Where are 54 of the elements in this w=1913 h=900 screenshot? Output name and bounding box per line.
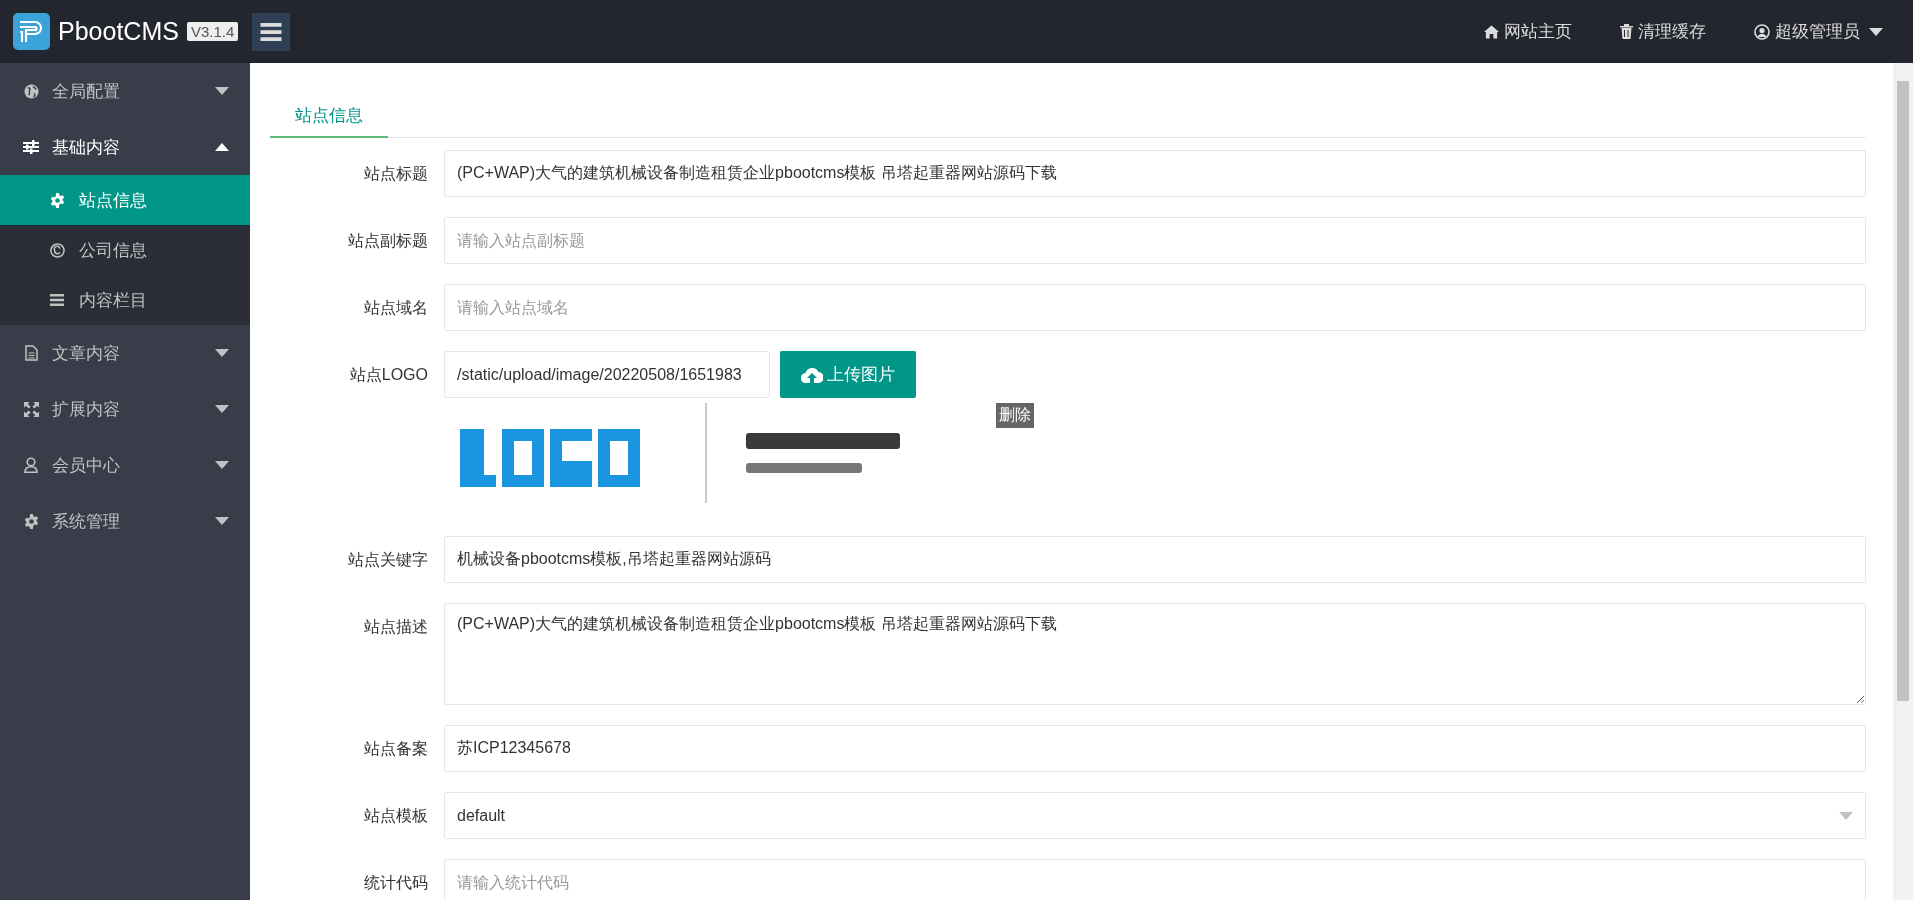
sidebar-item[interactable]: 全局配置 [0, 63, 250, 119]
select-field[interactable]: default [444, 792, 1866, 839]
sidebar-item[interactable]: 会员中心 [0, 437, 250, 493]
sidebar-item[interactable]: 文章内容 [0, 325, 250, 381]
field-label: 统计代码 [363, 873, 428, 893]
copyright-icon [49, 242, 65, 258]
field-label: 站点标题 [363, 164, 428, 184]
sidebar-item[interactable]: 基础内容 [0, 119, 250, 175]
field-label: 站点备案 [363, 739, 428, 759]
submenu-item[interactable]: 内容栏目 [0, 275, 250, 325]
gear-icon [49, 192, 65, 208]
submenu-item[interactable]: 站点信息 [0, 175, 250, 225]
version-badge: V3.1.4 [186, 22, 239, 41]
field-label: 站点描述 [363, 617, 428, 637]
field-label: 站点LOGO [348, 365, 428, 385]
gear-icon [23, 513, 39, 529]
textarea-field[interactable]: (PC+WAP)大气的建筑机械设备制造租赁企业pbootcms模板 吊塔起重器网站源码下载 [444, 603, 1866, 705]
caret-icon [1869, 27, 1883, 36]
upload-button[interactable]: 上传图片 [780, 351, 916, 398]
upload-icon [801, 366, 823, 383]
input-field[interactable]: (PC+WAP)大气的建筑机械设备制造租赁企业pbootcms模板 吊塔起重器网站源码下载 [444, 150, 1866, 197]
field-label: 站点模板 [363, 806, 428, 826]
expand-icon [23, 401, 39, 417]
input-field[interactable]: 请输入统计代码 [444, 859, 1866, 900]
home-icon [1484, 24, 1499, 39]
menu-icon [260, 22, 283, 41]
menu-icon [50, 294, 64, 306]
sidebar-item[interactable]: 扩展内容 [0, 381, 250, 437]
sliders-icon [23, 140, 39, 154]
nav-link[interactable]: 网站主页 [1484, 20, 1572, 43]
input-field[interactable]: 请输入站点副标题 [444, 217, 1866, 264]
user-icon [1754, 23, 1770, 40]
nav-link[interactable]: 清理缓存 [1620, 20, 1706, 43]
logo-icon [13, 13, 50, 50]
globe-icon [23, 83, 39, 99]
field-label: 站点域名 [363, 298, 428, 318]
input-field[interactable]: 苏ICP12345678 [444, 725, 1866, 772]
user-menu[interactable]: 超级管理员 [1754, 20, 1883, 43]
user-icon [24, 457, 38, 473]
input-field[interactable]: 请输入站点域名 [444, 284, 1866, 331]
trash-icon [1620, 24, 1633, 39]
app-name: PbootCMS [58, 17, 179, 46]
input-field[interactable]: 机械设备pbootcms模板,吊塔起重器网站源码 [444, 536, 1866, 583]
submenu-item[interactable]: 公司信息 [0, 225, 250, 275]
caret-icon [1839, 811, 1853, 820]
document-icon [24, 345, 38, 361]
delete-button[interactable]: 删除 [996, 403, 1034, 428]
sidebar-item[interactable]: 系统管理 [0, 493, 250, 549]
menu-toggle-button[interactable] [252, 12, 291, 51]
field-label: 站点副标题 [347, 231, 428, 251]
scrollbar[interactable] [1893, 63, 1913, 900]
tab[interactable]: 站点信息 [270, 93, 388, 138]
field-label: 站点关键字 [347, 550, 428, 570]
input-field[interactable]: /static/upload/image/20220508/1651983 [444, 351, 770, 398]
